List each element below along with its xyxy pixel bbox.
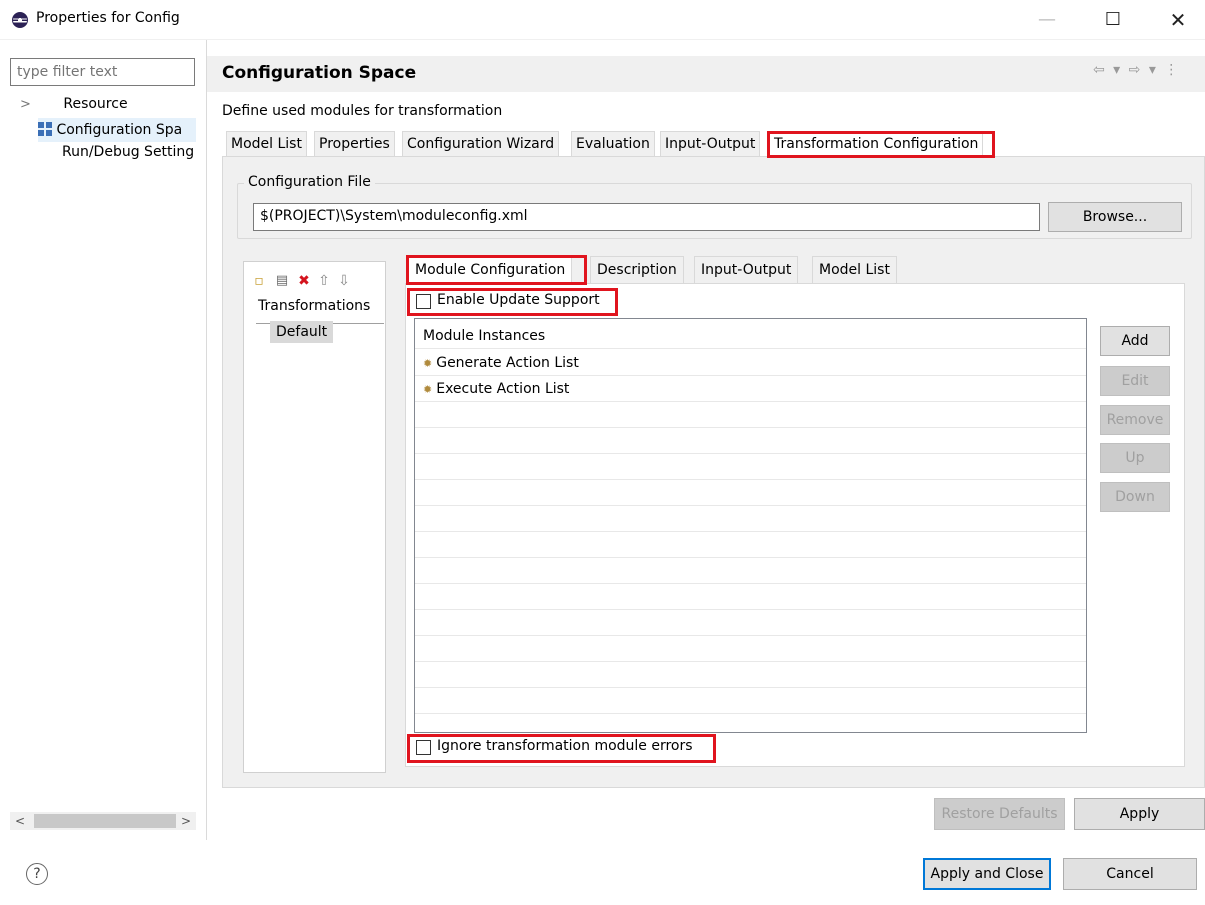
empty-row (415, 662, 1086, 688)
help-icon[interactable]: ? (26, 863, 48, 885)
tree-item-label: Resource (63, 96, 128, 112)
tree-item-resource[interactable]: > Resource (20, 92, 196, 116)
empty-row (415, 480, 1086, 506)
empty-row (415, 532, 1086, 558)
tab-module-configuration[interactable]: Module Configuration (408, 256, 573, 284)
module-instances-table[interactable]: Module Instances ✹ Generate Action List ✹… (414, 318, 1087, 733)
table-row[interactable]: ✹ Generate Action List (415, 350, 1086, 376)
table-header: Module Instances (415, 323, 1086, 349)
enable-update-label[interactable]: Enable Update Support (437, 292, 600, 308)
tree-item-configuration-space[interactable]: Configuration Spa (38, 118, 196, 142)
page-description: Define used modules for transformation (222, 103, 503, 119)
module-name: Generate Action List (436, 355, 579, 371)
horizontal-scrollbar[interactable]: < > (10, 812, 196, 830)
tab-properties[interactable]: Properties (314, 131, 395, 157)
scroll-left-icon[interactable]: < (10, 812, 30, 830)
delete-icon[interactable]: ✖ (297, 273, 311, 289)
transformations-header: Transformations (258, 298, 371, 314)
empty-row (415, 558, 1086, 584)
scrollbar-thumb[interactable] (34, 814, 176, 828)
empty-row (415, 402, 1086, 428)
tab-inner-model-list[interactable]: Model List (812, 256, 897, 284)
pane-divider[interactable] (206, 40, 207, 840)
empty-row (415, 584, 1086, 610)
table-row[interactable]: ✹ Execute Action List (415, 376, 1086, 402)
tab-configuration-wizard[interactable]: Configuration Wizard (402, 131, 560, 157)
cancel-button[interactable]: Cancel (1063, 858, 1197, 890)
empty-row (415, 428, 1086, 454)
enable-update-checkbox[interactable] (416, 294, 431, 309)
ignore-errors-checkbox[interactable] (416, 740, 431, 755)
expand-chevron-icon[interactable]: > (20, 97, 31, 112)
empty-row (415, 610, 1086, 636)
scroll-right-icon[interactable]: > (176, 812, 196, 830)
up-button[interactable]: Up (1100, 443, 1170, 473)
empty-row (415, 454, 1086, 480)
apply-and-close-button[interactable]: Apply and Close (923, 858, 1051, 890)
browse-button[interactable]: Browse... (1048, 202, 1182, 232)
configuration-file-field[interactable]: $(PROJECT)\System\moduleconfig.xml (253, 203, 1040, 231)
tree-item-label: Run/Debug Setting (62, 144, 195, 160)
add-button[interactable]: Add (1100, 326, 1170, 356)
window-title: Properties for Config (36, 10, 180, 26)
move-down-icon[interactable]: ⇩ (337, 273, 351, 289)
configuration-grid-icon (38, 122, 52, 136)
module-gear-icon: ✹ (423, 357, 433, 370)
configuration-file-legend: Configuration File (244, 174, 375, 190)
module-gear-icon: ✹ (423, 383, 433, 396)
tab-model-list[interactable]: Model List (226, 131, 307, 157)
remove-button[interactable]: Remove (1100, 405, 1170, 435)
maximize-button[interactable]: ☐ (1101, 8, 1125, 32)
close-button[interactable]: ✕ (1166, 8, 1190, 32)
eclipse-app-icon (12, 12, 28, 28)
empty-row (415, 688, 1086, 714)
tab-evaluation[interactable]: Evaluation (571, 131, 655, 157)
transformation-item-default[interactable]: Default (270, 321, 334, 343)
module-name: Execute Action List (436, 381, 570, 397)
history-nav-icons[interactable]: ⇦ ▾ ⇨ ▾ ⋮ (1093, 62, 1180, 78)
tab-transformation-configuration[interactable]: Transformation Configuration (769, 131, 984, 157)
minimize-button[interactable]: — (1035, 8, 1059, 32)
tree-item-label: Configuration Spa (56, 122, 183, 138)
filter-input[interactable] (10, 58, 195, 86)
empty-row (415, 506, 1086, 532)
ignore-errors-label[interactable]: Ignore transformation module errors (437, 738, 693, 754)
edit-button[interactable]: Edit (1100, 366, 1170, 396)
restore-defaults-button[interactable]: Restore Defaults (934, 798, 1065, 830)
move-up-icon[interactable]: ⇧ (317, 273, 331, 289)
page-title: Configuration Space (222, 63, 417, 83)
title-bar (0, 0, 1205, 40)
down-button[interactable]: Down (1100, 482, 1170, 512)
copy-icon[interactable]: ▤ (275, 273, 289, 289)
tab-strip-filler (906, 256, 1185, 284)
tab-description[interactable]: Description (590, 256, 684, 284)
new-icon[interactable]: ▫ (252, 273, 266, 289)
tree-item-run-debug-settings[interactable]: Run/Debug Setting (62, 140, 196, 164)
apply-button[interactable]: Apply (1074, 798, 1205, 830)
tab-inner-input-output[interactable]: Input-Output (694, 256, 799, 284)
tab-input-output[interactable]: Input-Output (660, 131, 761, 157)
empty-row (415, 636, 1086, 662)
